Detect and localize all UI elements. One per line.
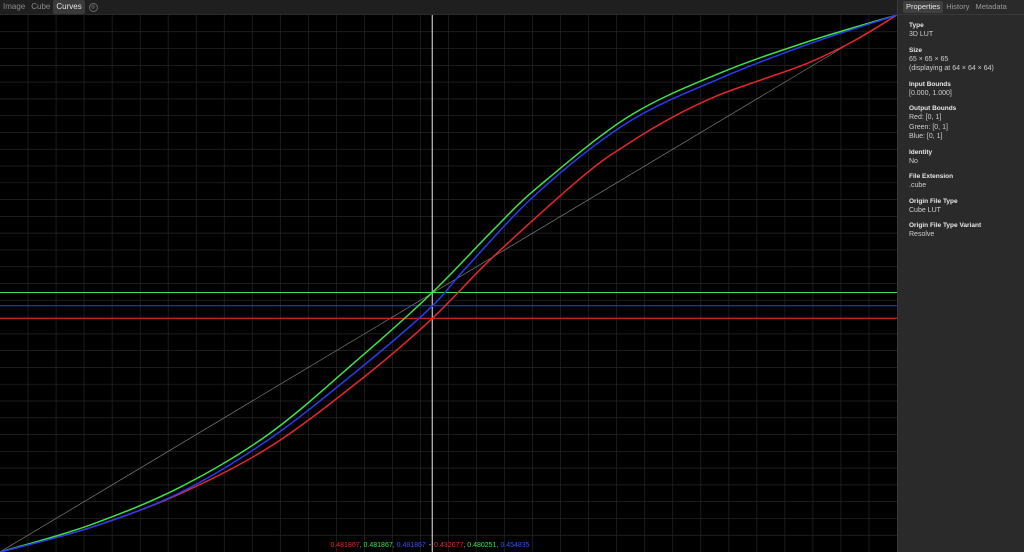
inspector-panel: Properties History Metadata Type 3D LUT … [897,0,1024,552]
prop-label: Type [909,22,924,29]
prop-origin-file-type-variant: Origin File Type Variant Resolve [909,221,1024,240]
readout-output-blue: 0.454835 [500,542,530,549]
prop-input-bounds: Input Bounds [0.000, 1.000] [909,80,1024,99]
prop-label: Output Bounds [909,105,957,112]
prop-value: [0.000, 1.000] [909,89,952,97]
prop-label: Input Bounds [909,80,951,88]
prop-label: Identity [909,148,933,156]
readout-input-green: 0.481867 [363,542,393,549]
tab-properties[interactable]: Properties [903,1,944,13]
prop-output-bounds: Output Bounds Red: [0, 1] Green: [0, 1] … [909,104,1024,142]
prop-type: Type 3D LUT [909,21,1024,40]
prop-label: Origin File Type Variant [909,222,982,229]
prop-identity: Identity No [909,148,1024,167]
view-mode-toolbar: Image Cube Curves ◎ [0,0,897,15]
prop-value: Cube LUT [909,206,941,214]
lut-view-icon[interactable]: ◎ [88,2,98,12]
prop-value: Resolve [909,231,935,238]
tab-image[interactable]: Image [0,0,28,14]
prop-value: 65 × 65 × 65 [909,55,949,63]
prop-value: Green: [0, 1] [909,123,948,131]
prop-size: Size 65 × 65 × 65 (displaying at 64 × 64… [909,46,1024,74]
curves-plot-area[interactable]: 0.481867, 0.481867, 0.481867-0.432677, 0… [0,15,897,552]
tab-curves[interactable]: Curves [53,0,85,14]
curves-chart[interactable] [0,15,897,552]
prop-value: .cube [909,182,927,189]
value-readout: 0.481867, 0.481867, 0.481867-0.432677, 0… [0,542,860,549]
readout-output-green: 0.480251 [467,542,497,549]
prop-origin-file-type: Origin File Type Cube LUT [909,197,1024,216]
prop-label: File Extension [909,173,954,180]
prop-value: No [909,157,918,165]
properties-list: Type 3D LUT Size 65 × 65 × 65 (displayin… [898,15,1024,240]
prop-value: Blue: [0, 1] [909,133,943,140]
readout-input-red: 0.481867 [330,542,360,549]
inspector-tabs: Properties History Metadata [898,0,1024,15]
tab-cube[interactable]: Cube [28,0,53,14]
readout-output-red: 0.432677 [434,542,464,549]
readout-separator: - [428,542,432,549]
prop-label: Origin File Type [909,197,958,205]
prop-file-extension: File Extension .cube [909,172,1024,191]
prop-label: Size [909,46,923,54]
prop-value: 3D LUT [909,31,934,38]
readout-input-blue: 0.481867 [396,542,426,549]
tab-metadata[interactable]: Metadata [973,1,1010,13]
prop-value: (displaying at 64 × 64 × 64) [909,65,994,72]
tab-history[interactable]: History [943,1,972,13]
prop-value: Red: [0, 1] [909,114,942,121]
